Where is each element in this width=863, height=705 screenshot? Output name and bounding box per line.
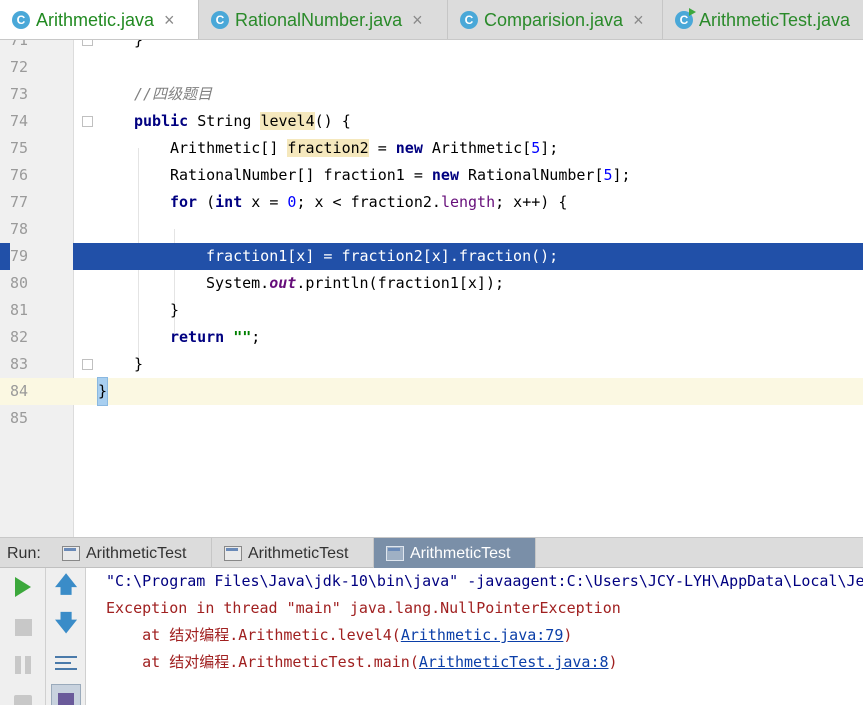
run-tab-3-active[interactable]: ArithmeticTest <box>374 538 536 569</box>
class-icon: C <box>460 11 478 29</box>
editor-tab-bar: C Arithmetic.java × C RationalNumber.jav… <box>0 0 863 40</box>
code-text: System.out.println(fraction1[x]); <box>206 274 505 292</box>
code-text: Arithmetic[] fraction2 = new Arithmetic[… <box>170 139 559 157</box>
matched-brace: } <box>96 377 109 406</box>
code-text: RationalNumber[] fraction1 = new Rationa… <box>170 166 631 184</box>
run-tool-window-header: Run: ArithmeticTest ArithmeticTest Arith… <box>0 537 863 569</box>
tab-arithmetictest-java[interactable]: C ArithmeticTest.java <box>663 0 863 39</box>
code-text: for (int x = 0; x < fraction2.length; x+… <box>170 193 568 211</box>
code-line-72[interactable]: 72 <box>0 54 863 81</box>
play-icon <box>15 577 31 597</box>
code-line-78[interactable]: 78 <box>0 216 863 243</box>
run-tab-label: ArithmeticTest <box>86 544 187 562</box>
code-line-76[interactable]: 76 RationalNumber[] fraction1 = new Rati… <box>0 162 863 189</box>
fold-toggle[interactable] <box>82 40 93 46</box>
tab-label: ArithmeticTest.java <box>699 9 851 30</box>
close-icon[interactable]: × <box>164 10 175 31</box>
code-line-84-current[interactable]: 84 } <box>0 377 863 406</box>
tab-label: RationalNumber.java <box>235 9 403 30</box>
print-button[interactable] <box>51 684 81 705</box>
console-command-line: "C:\Program Files\Java\jdk-10\bin\java" … <box>106 572 863 590</box>
code-line-85[interactable]: 85 <box>0 405 863 432</box>
tab-arithmetic-java[interactable]: C Arithmetic.java × <box>0 0 199 39</box>
line-number: 83 <box>10 355 29 373</box>
line-number: 81 <box>10 301 29 319</box>
stop-icon <box>14 618 32 636</box>
console-stacktrace-line: at 结对编程.ArithmeticTest.main(ArithmeticTe… <box>106 653 618 671</box>
console-tab-icon <box>386 546 404 561</box>
fold-toggle[interactable] <box>82 359 93 370</box>
code-text: fraction1[x] = fraction2[x].fraction(); <box>206 247 559 265</box>
scroll-up-button[interactable]: 🡅 <box>51 572 81 602</box>
console-toolbar: 🡅 🡇 <box>46 568 86 705</box>
line-number: 82 <box>10 328 29 346</box>
arrow-up-icon: 🡅 <box>54 572 78 597</box>
tab-comparision-java[interactable]: C Comparision.java × <box>448 0 663 39</box>
class-icon: C <box>211 11 229 29</box>
run-tab-label: ArithmeticTest <box>410 544 511 562</box>
code-line-80[interactable]: 80 System.out.println(fraction1[x]); <box>0 270 863 297</box>
soft-wrap-icon <box>55 654 77 672</box>
console-stacktrace-line: at 结对编程.Arithmetic.level4(Arithmetic.jav… <box>106 626 573 644</box>
console-tab-icon <box>62 546 80 561</box>
code-text: } <box>134 40 144 49</box>
line-number: 73 <box>10 85 29 103</box>
line-number: 80 <box>10 274 29 292</box>
code-text: } <box>134 355 144 373</box>
line-number: 78 <box>10 220 29 238</box>
class-icon: C <box>12 11 30 29</box>
code-text: public String level4() { <box>134 112 351 130</box>
run-tab-label: ArithmeticTest <box>248 544 349 562</box>
arrow-down-icon: 🡇 <box>54 610 78 635</box>
stacktrace-link[interactable]: Arithmetic.java:79 <box>401 626 564 644</box>
line-number: 75 <box>10 139 29 157</box>
code-line-73[interactable]: 73 //四级题目 <box>0 81 863 108</box>
line-number: 76 <box>10 166 29 184</box>
line-number: 84 <box>10 378 29 405</box>
line-number: 72 <box>10 58 29 76</box>
run-console-output[interactable]: "C:\Program Files\Java\jdk-10\bin\java" … <box>86 568 863 705</box>
stacktrace-link[interactable]: ArithmeticTest.java:8 <box>419 653 609 671</box>
code-comment: //四级题目 <box>134 85 213 103</box>
pause-button[interactable] <box>8 650 38 680</box>
tab-label: Comparision.java <box>484 9 624 30</box>
run-label: Run: <box>7 545 41 562</box>
line-number: 79 <box>10 243 73 270</box>
code-editor[interactable]: 71 } 72 73 //四级题目 74 public String level… <box>0 40 863 537</box>
code-line-82[interactable]: 82 return ""; <box>0 324 863 351</box>
code-line-75[interactable]: 75 Arithmetic[] fraction2 = new Arithmet… <box>0 135 863 162</box>
camera-button[interactable] <box>8 686 38 705</box>
run-tab-1[interactable]: ArithmeticTest <box>50 538 212 569</box>
tab-rationalnumber-java[interactable]: C RationalNumber.java × <box>199 0 448 39</box>
fold-toggle[interactable] <box>82 116 93 127</box>
camera-icon <box>14 695 32 705</box>
run-tab-2[interactable]: ArithmeticTest <box>212 538 374 569</box>
stop-button[interactable] <box>8 612 38 642</box>
print-icon <box>58 693 74 705</box>
code-line-81[interactable]: 81 } <box>0 297 863 324</box>
scroll-down-button[interactable]: 🡇 <box>51 610 81 640</box>
rerun-button[interactable] <box>8 572 38 602</box>
code-line-77[interactable]: 77 for (int x = 0; x < fraction2.length;… <box>0 189 863 216</box>
code-line-79-selected[interactable]: 79 fraction1[x] = fraction2[x].fraction(… <box>0 243 863 270</box>
runnable-class-icon: C <box>675 8 696 29</box>
soft-wrap-button[interactable] <box>51 648 81 678</box>
console-tab-icon <box>224 546 242 561</box>
line-number: 71 <box>10 40 29 49</box>
pause-icon <box>15 656 31 674</box>
close-icon[interactable]: × <box>412 10 423 31</box>
run-toolbar <box>0 568 46 705</box>
code-text: return ""; <box>170 328 261 346</box>
code-line-74[interactable]: 74 public String level4() { <box>0 108 863 135</box>
code-line-83[interactable]: 83 } <box>0 351 863 378</box>
code-text: } <box>170 301 180 319</box>
code-line-71[interactable]: 71 } <box>0 40 863 54</box>
line-number: 85 <box>10 409 29 427</box>
line-number: 77 <box>10 193 29 211</box>
line-number: 74 <box>10 112 29 130</box>
tab-label: Arithmetic.java <box>36 9 155 30</box>
close-icon[interactable]: × <box>633 10 644 31</box>
console-exception-line: Exception in thread "main" java.lang.Nul… <box>106 599 621 617</box>
